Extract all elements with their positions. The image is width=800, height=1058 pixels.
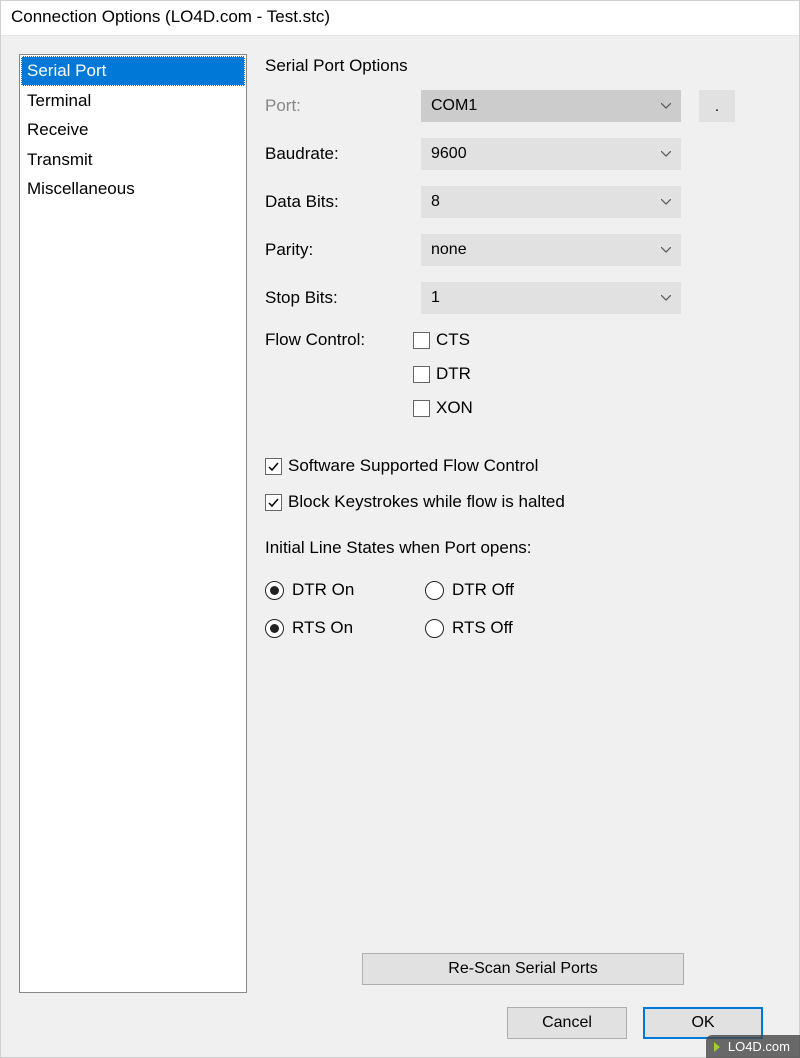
radio-rts-on-row: RTS On: [265, 618, 425, 638]
radio-dtr-off[interactable]: [425, 581, 444, 600]
baudrate-combo-value: 9600: [431, 145, 467, 163]
cancel-button[interactable]: Cancel: [507, 1007, 627, 1039]
main-area: Serial Port Terminal Receive Transmit Mi…: [19, 54, 781, 993]
client-area: Serial Port Terminal Receive Transmit Mi…: [1, 35, 799, 1057]
radio-rts-on-label: RTS On: [292, 618, 353, 638]
sidebar-item-receive[interactable]: Receive: [21, 115, 245, 145]
baudrate-combo[interactable]: 9600: [421, 138, 681, 170]
stopbits-combo[interactable]: 1: [421, 282, 681, 314]
initial-line-states-label: Initial Line States when Port opens:: [265, 538, 781, 558]
flowcontrol-label: Flow Control:: [265, 330, 413, 350]
row-baudrate: Baudrate: 9600: [265, 138, 781, 170]
chevron-down-icon: [661, 199, 671, 205]
chevron-down-icon: [661, 151, 671, 157]
stopbits-combo-value: 1: [431, 289, 440, 307]
checkbox-cts-label: CTS: [436, 330, 470, 350]
radio-dtr-on-row: DTR On: [265, 580, 425, 600]
stopbits-label: Stop Bits:: [265, 288, 413, 308]
radio-dtr-on-label: DTR On: [292, 580, 354, 600]
play-icon: [714, 1042, 720, 1052]
baudrate-label: Baudrate:: [265, 144, 413, 164]
port-browse-button[interactable]: .: [699, 90, 735, 122]
databits-combo-value: 8: [431, 193, 440, 211]
radio-rts-off-label: RTS Off: [452, 618, 513, 638]
row-databits: Data Bits: 8: [265, 186, 781, 218]
port-combo-value: COM1: [431, 97, 477, 115]
dialog-window: Connection Options (LO4D.com - Test.stc)…: [0, 0, 800, 1058]
window-title: Connection Options (LO4D.com - Test.stc): [1, 1, 799, 35]
checkbox-blockkeys[interactable]: [265, 494, 282, 511]
radio-rts-on[interactable]: [265, 619, 284, 638]
databits-combo[interactable]: 8: [421, 186, 681, 218]
watermark-label: LO4D.com: [728, 1039, 790, 1054]
checkbox-xon-label: XON: [436, 398, 473, 418]
checkbox-blockkeys-label: Block Keystrokes while flow is halted: [288, 492, 565, 512]
checkbox-dtr[interactable]: [413, 366, 430, 383]
checkbox-dtr-row: DTR: [413, 364, 473, 384]
radio-dtr-on[interactable]: [265, 581, 284, 600]
flow-group: CTS DTR: [413, 330, 473, 418]
port-label: Port:: [265, 96, 413, 116]
checkbox-swflow-row: Software Supported Flow Control: [265, 456, 781, 476]
row-flowcontrol: Flow Control: CTS: [265, 330, 781, 418]
checkbox-swflow-label: Software Supported Flow Control: [288, 456, 538, 476]
checkbox-xon-row: XON: [413, 398, 473, 418]
checkbox-dtr-label: DTR: [436, 364, 471, 384]
sidebar-item-transmit[interactable]: Transmit: [21, 145, 245, 175]
watermark: LO4D.com: [706, 1035, 800, 1058]
port-combo[interactable]: COM1: [421, 90, 681, 122]
checkbox-swflow[interactable]: [265, 458, 282, 475]
checkbox-xon[interactable]: [413, 400, 430, 417]
checkbox-blockkeys-row: Block Keystrokes while flow is halted: [265, 492, 781, 512]
row-stopbits: Stop Bits: 1: [265, 282, 781, 314]
parity-label: Parity:: [265, 240, 413, 260]
databits-label: Data Bits:: [265, 192, 413, 212]
initial-line-states-group: DTR On DTR Off RTS On RTS Off: [265, 580, 781, 638]
parity-combo-value: none: [431, 241, 467, 259]
radio-rts-off[interactable]: [425, 619, 444, 638]
form: Port: COM1 . Baudrate: 9600: [265, 90, 781, 993]
parity-combo[interactable]: none: [421, 234, 681, 266]
chevron-down-icon: [661, 103, 671, 109]
checkbox-cts[interactable]: [413, 332, 430, 349]
sidebar-item-miscellaneous[interactable]: Miscellaneous: [21, 174, 245, 204]
rescan-button[interactable]: Re-Scan Serial Ports: [362, 953, 684, 985]
sidebar: Serial Port Terminal Receive Transmit Mi…: [19, 54, 247, 993]
sidebar-item-terminal[interactable]: Terminal: [21, 86, 245, 116]
radio-rts-off-row: RTS Off: [425, 618, 585, 638]
section-title: Serial Port Options: [265, 56, 781, 76]
content-panel: Serial Port Options Port: COM1 .: [265, 54, 781, 993]
row-parity: Parity: none: [265, 234, 781, 266]
radio-dtr-off-label: DTR Off: [452, 580, 514, 600]
row-port: Port: COM1 .: [265, 90, 781, 122]
checkbox-cts-row: CTS: [413, 330, 473, 350]
radio-dtr-off-row: DTR Off: [425, 580, 585, 600]
dialog-footer: Cancel OK: [19, 993, 781, 1057]
sidebar-item-serial-port[interactable]: Serial Port: [21, 56, 245, 86]
chevron-down-icon: [661, 247, 671, 253]
chevron-down-icon: [661, 295, 671, 301]
